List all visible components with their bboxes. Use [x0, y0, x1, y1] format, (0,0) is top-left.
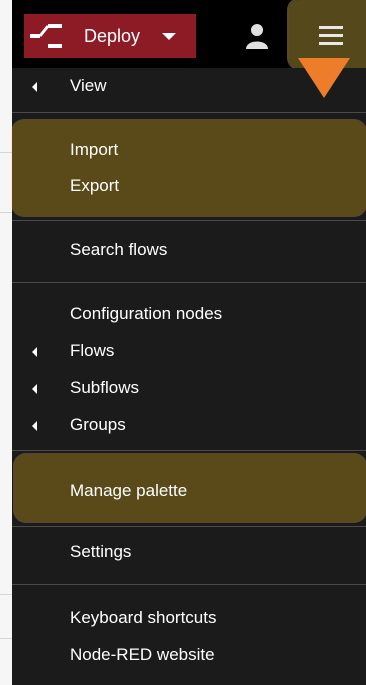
menu-separator: [12, 584, 366, 585]
menu-item-label: Flows: [70, 341, 115, 360]
menu-item-label: Subflows: [70, 378, 139, 397]
menu-separator: [12, 112, 366, 113]
menu-item-label: Configuration nodes: [70, 304, 223, 323]
menu-item-search-flows[interactable]: Search flows: [12, 232, 366, 268]
menu-item-label: View: [70, 76, 107, 95]
menu-item-groups[interactable]: Groups: [12, 407, 366, 443]
menu-separator: [12, 220, 366, 221]
menu-separator: [12, 526, 366, 527]
canvas-line: [0, 212, 12, 213]
canvas-line: [0, 594, 12, 595]
menu-item-keyboard-shortcuts[interactable]: Keyboard shortcuts: [12, 600, 366, 636]
menu-item-label: Groups: [70, 415, 126, 434]
menu-separator: [12, 450, 366, 451]
deploy-icon: [26, 14, 68, 58]
menu-item-flows[interactable]: Flows: [12, 333, 366, 369]
submenu-arrow-icon: [32, 384, 37, 394]
menu-item-manage-palette[interactable]: Manage palette: [12, 473, 366, 509]
menu-item-settings[interactable]: Settings: [12, 534, 366, 570]
menu-item-label: Import: [70, 140, 119, 159]
canvas-edge: [0, 0, 12, 685]
menu-item-label: Search flows: [70, 240, 168, 259]
submenu-arrow-icon: [32, 347, 37, 357]
deploy-label: Deploy: [84, 25, 141, 46]
menu-item-label: Export: [70, 176, 120, 195]
menu-item-label: Keyboard shortcuts: [70, 608, 217, 627]
pointer-arrow-icon: [298, 58, 350, 98]
hamburger-icon: [319, 26, 343, 46]
submenu-arrow-icon: [32, 421, 37, 431]
main-menu-dropdown: View Import Export Search flows Configur…: [12, 68, 366, 685]
menu-item-node-red-website[interactable]: Node-RED website: [12, 637, 366, 673]
user-icon[interactable]: [244, 22, 270, 50]
menu-item-subflows[interactable]: Subflows: [12, 370, 366, 406]
menu-item-export[interactable]: Export: [12, 168, 366, 204]
caret-down-icon[interactable]: [162, 32, 177, 40]
deploy-button[interactable]: Deploy: [24, 14, 196, 58]
menu-separator: [12, 282, 366, 283]
canvas-line: [0, 638, 12, 639]
menu-item-import[interactable]: Import: [12, 132, 366, 168]
menu-item-label: Manage palette: [70, 481, 188, 500]
canvas-line: [0, 152, 12, 153]
submenu-arrow-icon: [32, 82, 37, 92]
menu-item-label: Settings: [70, 542, 132, 561]
menu-item-label: Node-RED website: [70, 645, 215, 664]
menu-item-configuration-nodes[interactable]: Configuration nodes: [12, 296, 366, 332]
